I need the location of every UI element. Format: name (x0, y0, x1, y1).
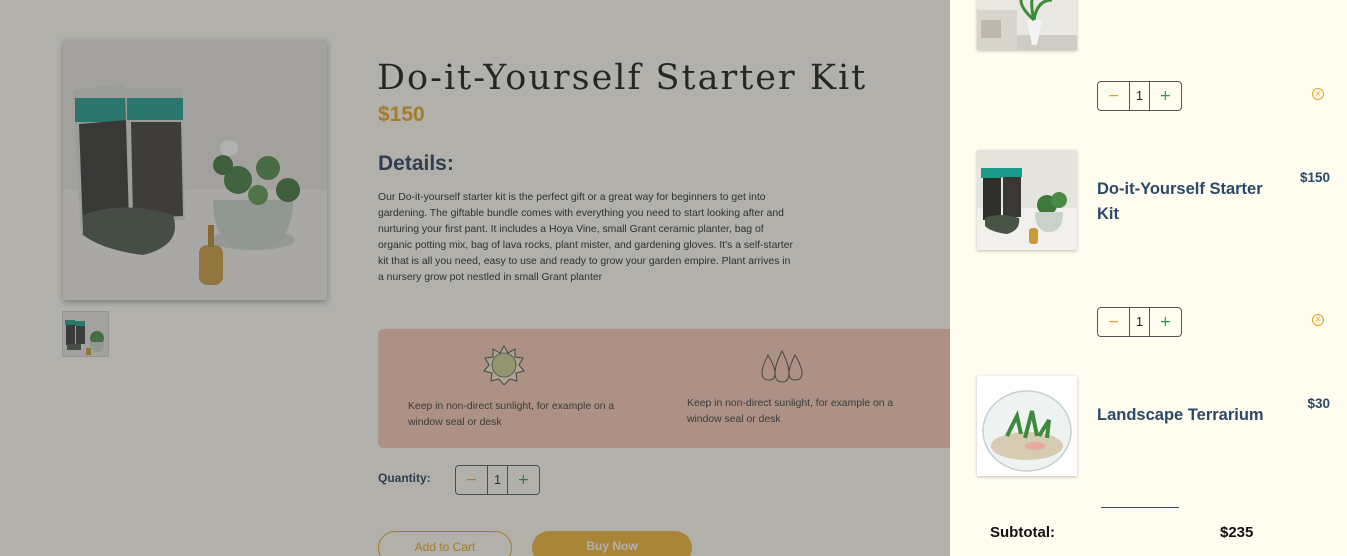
cart-subtotal-bar: Subtotal: $235 (950, 512, 1347, 556)
remove-item-icon[interactable]: × (1312, 314, 1324, 326)
cart-item-image (977, 0, 1077, 50)
cart-item-name[interactable]: Do-it-Yourself Starter Kit (1097, 177, 1287, 227)
subtotal-value: $235 (1220, 524, 1254, 541)
subtotal-label: Subtotal: (990, 524, 1055, 541)
quantity-value[interactable]: 1 (1129, 82, 1150, 110)
decrease-quantity-button[interactable]: − (1098, 88, 1129, 104)
decrease-quantity-button[interactable]: − (1098, 314, 1129, 330)
quantity-value[interactable]: 1 (1129, 308, 1150, 336)
divider (1101, 507, 1179, 508)
increase-quantity-button[interactable]: + (1150, 88, 1181, 104)
cart-item-image (977, 376, 1077, 476)
remove-item-icon[interactable]: × (1312, 88, 1324, 100)
cart-drawer: − 1 + × Do-it-Yourself Starter Kit $150 … (950, 0, 1347, 556)
cart-item-price: $150 (1299, 170, 1330, 185)
cart-item-name[interactable]: Landscape Terrarium (1097, 403, 1287, 428)
cart-item-quantity-stepper: − 1 + (1097, 81, 1182, 111)
cart-item-image (977, 150, 1077, 250)
increase-quantity-button[interactable]: + (1150, 314, 1181, 330)
cart-item-price: $30 (1307, 396, 1330, 411)
cart-item-quantity-stepper: − 1 + (1097, 307, 1182, 337)
modal-backdrop[interactable] (0, 0, 950, 556)
